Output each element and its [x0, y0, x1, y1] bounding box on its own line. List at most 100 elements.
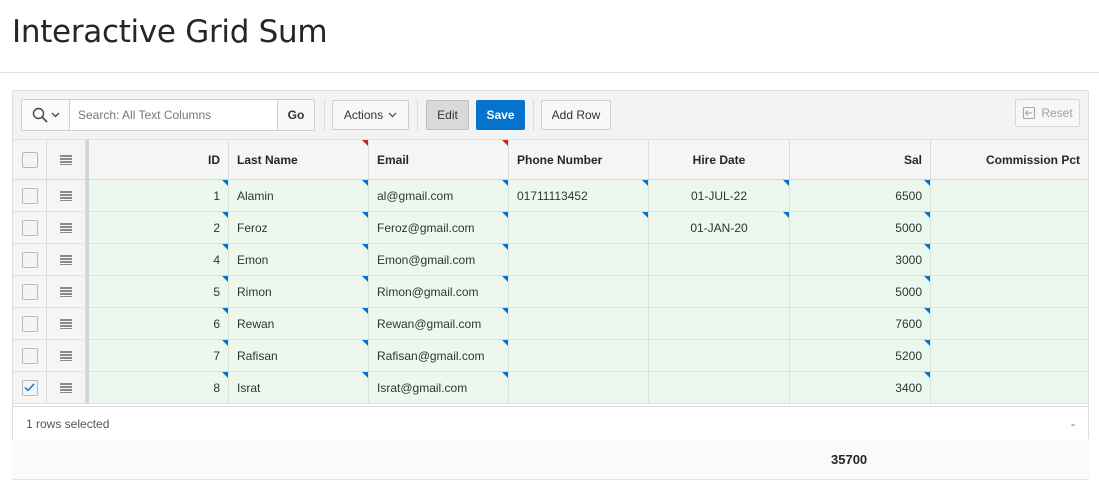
row-menu-cell[interactable]: [47, 308, 86, 339]
reset-label: Reset: [1041, 106, 1073, 120]
column-header-commission-pct[interactable]: Commission Pct: [931, 140, 1088, 179]
row-menu-icon: [60, 318, 72, 329]
table-row[interactable]: 5 Rimon Rimon@gmail.com 5000: [13, 276, 1088, 308]
search-group: Go: [21, 99, 315, 131]
cell-hire-date[interactable]: [649, 244, 790, 275]
cell-id[interactable]: 6: [89, 308, 229, 339]
cell-email[interactable]: Feroz@gmail.com: [369, 212, 509, 243]
cell-email[interactable]: Rafisan@gmail.com: [369, 340, 509, 371]
row-menu-icon: [60, 350, 72, 361]
column-header-id[interactable]: ID: [89, 140, 229, 179]
column-header-sal[interactable]: Sal: [790, 140, 931, 179]
cell-sal[interactable]: 5000: [790, 276, 931, 307]
cell-last-name[interactable]: Alamin: [229, 180, 369, 211]
cell-sal[interactable]: 3400: [790, 372, 931, 403]
column-header-email[interactable]: Email: [369, 140, 509, 179]
row-select-checkbox[interactable]: [21, 283, 38, 300]
cell-commission-pct[interactable]: [931, 244, 1088, 275]
cell-sal[interactable]: 3000: [790, 244, 931, 275]
cell-sal[interactable]: 7600: [790, 308, 931, 339]
cell-phone-number[interactable]: 01711113452: [509, 180, 649, 211]
row-menu-cell[interactable]: [47, 212, 86, 243]
actions-menu-button[interactable]: Actions: [332, 100, 409, 130]
cell-last-name[interactable]: Emon: [229, 244, 369, 275]
table-row[interactable]: 4 Emon Emon@gmail.com 3000: [13, 244, 1088, 276]
cell-phone-number[interactable]: [509, 340, 649, 371]
cell-id[interactable]: 2: [89, 212, 229, 243]
reset-button[interactable]: Reset: [1015, 99, 1080, 127]
save-button[interactable]: Save: [476, 100, 525, 130]
row-select-checkbox[interactable]: [21, 315, 38, 332]
row-menu-cell[interactable]: [47, 244, 86, 275]
check-icon: [24, 383, 35, 392]
cell-phone-number[interactable]: [509, 212, 649, 243]
cell-id[interactable]: 5: [89, 276, 229, 307]
table-row[interactable]: 2 Feroz Feroz@gmail.com 01-JAN-20 5000: [13, 212, 1088, 244]
cell-sal[interactable]: 6500: [790, 180, 931, 211]
row-select-checkbox[interactable]: [21, 379, 38, 396]
row-select-checkbox[interactable]: [21, 219, 38, 236]
cell-hire-date[interactable]: 01-JAN-20: [649, 212, 790, 243]
search-column-menu-button[interactable]: [22, 100, 70, 130]
row-select-cell: [13, 276, 47, 307]
search-input[interactable]: [70, 100, 277, 130]
cell-commission-pct[interactable]: [931, 276, 1088, 307]
column-header-phone-number[interactable]: Phone Number: [509, 140, 649, 179]
table-row[interactable]: 6 Rewan Rewan@gmail.com 7600: [13, 308, 1088, 340]
sal-total: 35700: [831, 452, 868, 467]
cell-commission-pct[interactable]: [931, 212, 1088, 243]
row-menu-icon: [60, 382, 72, 393]
cell-last-name[interactable]: Israt: [229, 372, 369, 403]
cell-last-name[interactable]: Feroz: [229, 212, 369, 243]
cell-id[interactable]: 8: [89, 372, 229, 403]
table-row[interactable]: 1 Alamin al@gmail.com 01711113452 01-JUL…: [13, 180, 1088, 212]
row-select-checkbox[interactable]: [21, 347, 38, 364]
cell-commission-pct[interactable]: [931, 180, 1088, 211]
cell-email[interactable]: Rewan@gmail.com: [369, 308, 509, 339]
go-button[interactable]: Go: [277, 100, 314, 130]
cell-hire-date[interactable]: 01-JUL-22: [649, 180, 790, 211]
column-header-hire-date[interactable]: Hire Date: [649, 140, 790, 179]
search-icon: [32, 107, 48, 123]
cell-hire-date[interactable]: [649, 340, 790, 371]
cell-hire-date[interactable]: [649, 276, 790, 307]
edit-button[interactable]: Edit: [426, 100, 469, 130]
cell-email[interactable]: Emon@gmail.com: [369, 244, 509, 275]
cell-sal[interactable]: 5200: [790, 340, 931, 371]
cell-id[interactable]: 7: [89, 340, 229, 371]
row-select-cell: [13, 212, 47, 243]
pagination-text: -: [1071, 417, 1075, 431]
cell-commission-pct[interactable]: [931, 308, 1088, 339]
table-row[interactable]: 7 Rafisan Rafisan@gmail.com 5200: [13, 340, 1088, 372]
header-row-menu-cell: [47, 140, 86, 179]
row-menu-cell[interactable]: [47, 372, 86, 403]
cell-email[interactable]: al@gmail.com: [369, 180, 509, 211]
title-divider: [0, 72, 1099, 73]
column-header-last-name[interactable]: Last Name: [229, 140, 369, 179]
cell-sal[interactable]: 5000: [790, 212, 931, 243]
cell-last-name[interactable]: Rafisan: [229, 340, 369, 371]
interactive-grid-region: Go Actions Edit Save Add Row Reset: [12, 90, 1089, 439]
cell-hire-date[interactable]: [649, 372, 790, 403]
cell-phone-number[interactable]: [509, 244, 649, 275]
cell-phone-number[interactable]: [509, 372, 649, 403]
cell-phone-number[interactable]: [509, 308, 649, 339]
row-select-checkbox[interactable]: [21, 251, 38, 268]
add-row-button[interactable]: Add Row: [541, 100, 611, 130]
cell-last-name[interactable]: Rewan: [229, 308, 369, 339]
row-menu-cell[interactable]: [47, 180, 86, 211]
cell-last-name[interactable]: Rimon: [229, 276, 369, 307]
cell-id[interactable]: 4: [89, 244, 229, 275]
cell-phone-number[interactable]: [509, 276, 649, 307]
row-select-checkbox[interactable]: [21, 187, 38, 204]
cell-id[interactable]: 1: [89, 180, 229, 211]
table-row[interactable]: 8 Israt Israt@gmail.com 3400: [13, 372, 1088, 404]
cell-commission-pct[interactable]: [931, 340, 1088, 371]
row-menu-cell[interactable]: [47, 340, 86, 371]
cell-hire-date[interactable]: [649, 308, 790, 339]
cell-commission-pct[interactable]: [931, 372, 1088, 403]
cell-email[interactable]: Israt@gmail.com: [369, 372, 509, 403]
cell-email[interactable]: Rimon@gmail.com: [369, 276, 509, 307]
select-all-checkbox[interactable]: [21, 151, 38, 168]
row-menu-cell[interactable]: [47, 276, 86, 307]
